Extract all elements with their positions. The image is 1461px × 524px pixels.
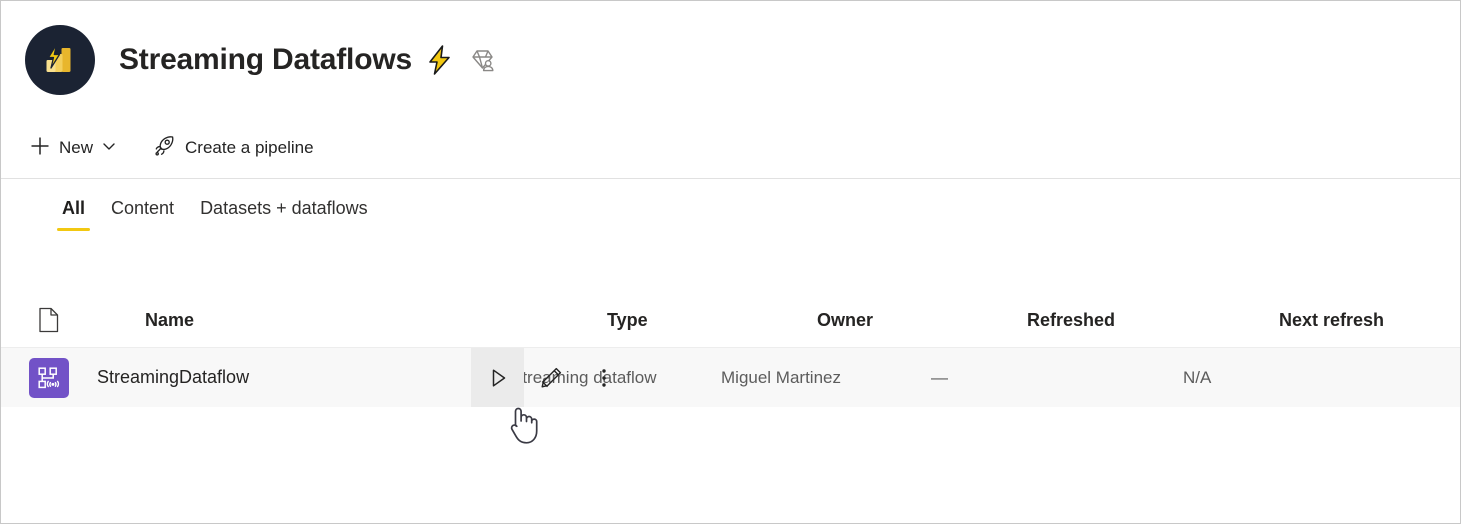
row-cell-next-refresh: N/A	[1183, 367, 1212, 387]
streaming-dataflow-icon	[29, 357, 69, 398]
title-block: Streaming Dataflows	[119, 43, 496, 77]
lightning-bolt-icon	[426, 44, 454, 76]
row-item-icon	[1, 357, 97, 398]
workspace-header: Streaming Dataflows	[1, 1, 1460, 118]
more-vertical-icon	[601, 368, 606, 387]
more-options-button[interactable]	[577, 348, 630, 407]
edit-button[interactable]	[524, 348, 577, 407]
column-header-owner[interactable]: Owner	[817, 310, 1027, 331]
premium-per-user-diamond-icon	[468, 46, 496, 74]
row-item-name[interactable]: StreamingDataflow	[97, 367, 249, 387]
tab-content[interactable]: Content	[98, 198, 187, 231]
new-button[interactable]: New	[23, 128, 123, 168]
content-list-table: Name Type Owner Refreshed Next refresh S…	[1, 293, 1460, 407]
play-triangle-icon	[492, 368, 505, 387]
row-cell-refreshed: —	[931, 367, 948, 387]
document-page-icon	[1, 307, 97, 333]
row-cell-owner: Miguel Martinez	[721, 367, 841, 387]
row-hover-actions	[471, 348, 630, 407]
create-pipeline-button[interactable]: Create a pipeline	[147, 128, 328, 168]
column-header-name[interactable]: Name	[97, 310, 607, 331]
tab-datasets-dataflows[interactable]: Datasets + dataflows	[187, 198, 381, 231]
create-pipeline-label: Create a pipeline	[185, 138, 314, 157]
pencil-icon	[541, 367, 561, 387]
table-row[interactable]: StreamingDataflow Streaming dataflow Mig…	[1, 347, 1460, 407]
page-title: Streaming Dataflows	[119, 42, 412, 76]
plus-icon	[29, 135, 51, 162]
filter-tabs: All Content Datasets + dataflows	[1, 198, 381, 231]
column-header-type[interactable]: Type	[607, 310, 817, 331]
power-bi-workspace-page: Streaming Dataflows New Create a pipelin…	[0, 0, 1461, 524]
tab-content-label: Content	[111, 198, 175, 218]
command-toolbar: New Create a pipeline	[1, 118, 1460, 179]
pointing-hand-cursor	[504, 401, 544, 452]
tab-all[interactable]: All	[49, 198, 98, 231]
new-button-label: New	[59, 138, 94, 157]
column-header-next-refresh[interactable]: Next refresh	[1279, 310, 1460, 331]
table-header-row: Name Type Owner Refreshed Next refresh	[1, 293, 1460, 347]
powerbi-workspace-icon	[25, 24, 95, 95]
rocket-icon	[153, 134, 177, 163]
tab-all-label: All	[62, 198, 86, 218]
tab-datasets-dataflows-label: Datasets + dataflows	[200, 198, 368, 218]
chevron-down-icon	[101, 138, 117, 159]
refresh-now-button[interactable]	[471, 348, 524, 407]
column-header-refreshed[interactable]: Refreshed	[1027, 310, 1279, 331]
